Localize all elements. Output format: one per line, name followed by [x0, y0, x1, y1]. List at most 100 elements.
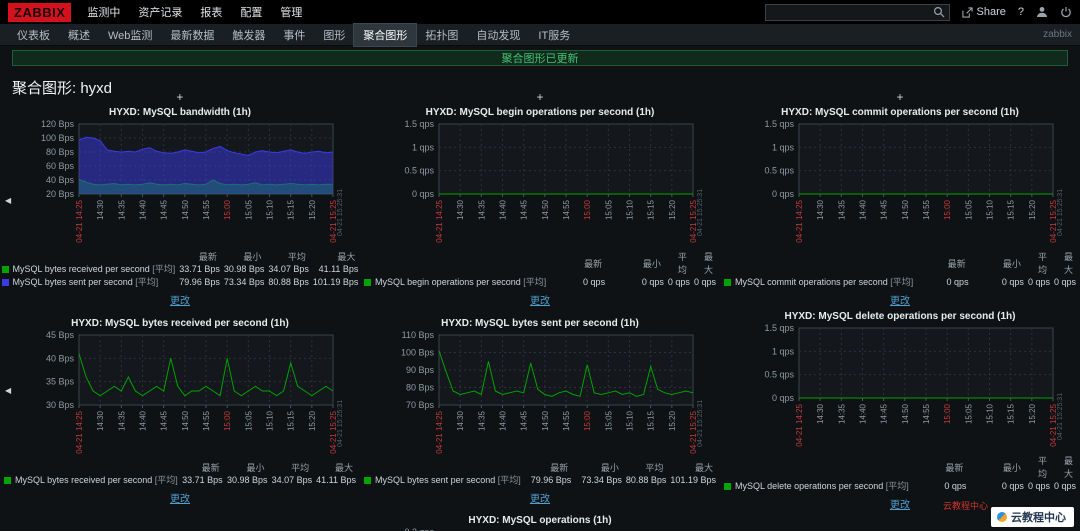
svg-text:15:15: 15:15 [647, 410, 656, 431]
svg-text:15:10: 15:10 [265, 199, 274, 220]
svg-text:14:55: 14:55 [202, 410, 211, 431]
legend-stat-value: 101.19 Bps [670, 474, 716, 485]
change-link[interactable]: 更改 [530, 490, 550, 505]
legend-stat-value: 34.07 Bps [271, 474, 313, 485]
change-link[interactable]: 更改 [890, 292, 910, 307]
user-profile-button[interactable] [1036, 6, 1048, 18]
graph-side-note: 04-21 15:25:31 [697, 189, 704, 236]
legend-stat-value: 41.11 Bps [318, 264, 359, 274]
legend-stat-value: 80.88 Bps [268, 277, 309, 287]
svg-text:14:40: 14:40 [138, 199, 147, 220]
subnav-item[interactable]: 自动发现 [467, 24, 529, 46]
help-button[interactable]: ? [1018, 6, 1024, 18]
subnav-item[interactable]: 拓扑图 [416, 24, 467, 46]
add-cell-icon[interactable]: + [894, 90, 906, 104]
svg-text:14:45: 14:45 [880, 199, 889, 220]
svg-text:14:50: 14:50 [901, 403, 910, 424]
change-link[interactable]: 更改 [530, 292, 550, 307]
subnav-item[interactable]: IT服务 [529, 24, 579, 46]
legend-column-header: 最小 [600, 462, 619, 473]
subnav-item[interactable]: 最新数据 [161, 24, 223, 46]
svg-text:14:35: 14:35 [837, 199, 846, 220]
graph-plot[interactable]: 110 Bps 100 Bps 90 Bps 80 Bps 70 Bps04-21 14… [367, 330, 713, 460]
top-menu-item[interactable]: 监测中 [87, 4, 120, 20]
svg-text:14:45: 14:45 [880, 403, 889, 424]
svg-text:40 Bps: 40 Bps [46, 175, 75, 185]
graph-legend: 最新 最小 平均 最大 MySQL delete operations per seco… [722, 454, 1078, 493]
legend-column-header: 最大 [703, 252, 713, 275]
svg-text:120 Bps: 120 Bps [41, 119, 75, 129]
legend-column-header: 最大 [334, 462, 353, 473]
top-menu-item[interactable]: 报表 [200, 4, 222, 20]
legend-column-header: 最大 [694, 462, 713, 473]
legend-column-header: 最新 [198, 252, 217, 262]
change-link[interactable]: 更改 [170, 490, 190, 505]
graph-legend: 最新 最小 平均 最大 MySQL bytes sent per second [平均]… [362, 461, 718, 487]
svg-text:14:40: 14:40 [858, 403, 867, 424]
legend-series-label: MySQL bytes sent per second [平均] [362, 474, 523, 487]
graph-plot[interactable]: 1.5 qps 1 qps 0.5 qps 0 qps04-21 14:25 14:30… [727, 323, 1073, 453]
legend-column-header: 最大 [1063, 252, 1073, 275]
change-link[interactable]: 更改 [890, 496, 910, 511]
legend-column-header: 平均 [677, 252, 687, 275]
graph-plot[interactable]: 1.5 qps 1 qps 0.5 qps 0 qps04-21 14:25 14:30… [727, 119, 1073, 249]
share-label: Share [976, 6, 1006, 18]
legend-column-header: 平均 [287, 252, 306, 262]
svg-text:04-21 14:25: 04-21 14:25 [75, 410, 84, 453]
graph-plot[interactable]: 120 Bps100 Bps80 Bps60 Bps40 Bps20 Bps04… [7, 119, 353, 249]
legend-stat-value: 33.71 Bps [182, 474, 223, 485]
subnav-right-label: zabbix [1043, 29, 1072, 40]
row-arrow-left-icon[interactable]: ◀ [5, 386, 11, 395]
svg-text:14:30: 14:30 [816, 403, 825, 424]
zabbix-logo[interactable]: ZABBIX [8, 2, 72, 22]
top-menu-item[interactable]: 配置 [240, 4, 262, 20]
subnav-item[interactable]: Web监测 [99, 24, 161, 46]
subnav-item[interactable]: 图形 [314, 24, 354, 46]
graph-plot[interactable]: 0.3 qps0.2 qps0.1 qps0 qps04-21 14:2514:… [367, 527, 713, 531]
legend-key-swatch [363, 279, 371, 286]
legend-column-header: 最新 [550, 462, 569, 473]
svg-text:15:10: 15:10 [265, 410, 274, 431]
svg-text:15:10: 15:10 [625, 410, 634, 431]
svg-text:40 Bps: 40 Bps [46, 353, 75, 363]
subnav-item[interactable]: 概述 [59, 24, 99, 46]
logout-button[interactable] [1060, 6, 1072, 18]
graph-plot[interactable]: 1.5 qps 1 qps 0.5 qps 0 qps04-21 14:25 14:30… [367, 119, 713, 249]
top-menu-item[interactable]: 资产记录 [138, 4, 182, 20]
share-button[interactable]: Share [961, 6, 1006, 18]
search-icon[interactable] [933, 6, 945, 18]
svg-text:30 Bps: 30 Bps [46, 400, 75, 410]
svg-text:15:05: 15:05 [244, 199, 253, 220]
watermark-badge-icon [997, 512, 1007, 522]
svg-text:15:20: 15:20 [1028, 199, 1037, 220]
svg-text:15:20: 15:20 [1028, 403, 1037, 424]
graph-plot[interactable]: 45 Bps 40 Bps 35 Bps 30 Bps04-21 14:25 14:30… [7, 330, 353, 460]
svg-text:14:40: 14:40 [138, 410, 147, 431]
legend-stat-value: 73.34 Bps [223, 277, 265, 287]
add-cell-icon[interactable]: + [174, 90, 186, 104]
graph-title: HYXD: MySQL bytes sent per second (1h) [441, 317, 639, 329]
svg-text:14:30: 14:30 [96, 410, 105, 431]
user-icon [1036, 6, 1048, 18]
legend-stat-value: 0 qps [1053, 481, 1076, 491]
top-menu-item[interactable]: 管理 [280, 4, 302, 20]
svg-text:14:40: 14:40 [498, 199, 507, 220]
change-link[interactable]: 更改 [170, 292, 190, 307]
search-input[interactable] [769, 6, 933, 18]
top-bar: ZABBIX 监测中 资产记录 报表 配置 管理 Share ? [0, 0, 1080, 24]
add-cell-icon[interactable]: + [534, 90, 546, 104]
svg-text:14:30: 14:30 [456, 410, 465, 431]
search-box[interactable] [764, 3, 950, 21]
subnav-item[interactable]: 仪表板 [8, 24, 59, 46]
svg-text:14:30: 14:30 [96, 199, 105, 220]
subnav-item[interactable]: 聚合图形 [353, 22, 418, 47]
legend-series-label: MySQL begin operations per second [平均] [362, 276, 548, 289]
subnav-item[interactable]: 触发器 [223, 24, 274, 46]
share-icon [961, 6, 973, 18]
row-arrow-left-icon[interactable]: ◀ [5, 196, 11, 205]
subnav-item[interactable]: 事件 [274, 24, 314, 46]
graph-side-note: 04-21 15:25:31 [1057, 189, 1064, 236]
legend-column-header: 平均 [645, 462, 664, 473]
legend-stat-value: 0 qps [946, 277, 969, 287]
svg-text:14:45: 14:45 [160, 410, 169, 431]
